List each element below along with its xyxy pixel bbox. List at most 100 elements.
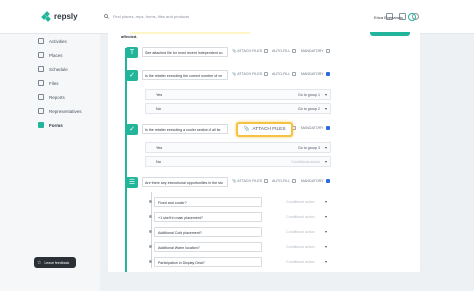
- callout-label: ATTACH FILES: [252, 127, 286, 132]
- paperclip-icon: 📎: [243, 127, 250, 132]
- question-text-input[interactable]: Is the retailer executing the correct nu…: [142, 70, 228, 80]
- save-button[interactable]: [370, 32, 410, 36]
- autofill-toggle[interactable]: AUTO-FILL: [272, 72, 297, 77]
- form-header-text: affected.: [121, 34, 138, 39]
- autofill-checkbox[interactable]: [292, 179, 297, 184]
- chevron-down-icon[interactable]: [325, 161, 327, 163]
- logo[interactable]: repsly: [41, 11, 78, 22]
- option-row: Fixed and cooler? Conditional action: [154, 197, 327, 208]
- answer-row: No Conditional action: [145, 156, 331, 167]
- chevron-down-icon[interactable]: [325, 201, 327, 203]
- sidebar-item-reports[interactable]: Reports: [38, 94, 65, 100]
- sidebar-item-label: Schedule: [49, 66, 68, 72]
- checkbox-question-icon[interactable]: ✓: [126, 70, 138, 81]
- option-action-select[interactable]: Conditional action: [286, 200, 315, 204]
- mandatory-checkbox[interactable]: [325, 126, 330, 131]
- attach-checkbox[interactable]: [264, 179, 269, 184]
- chevron-down-icon[interactable]: [325, 261, 327, 263]
- option-action-select[interactable]: Conditional action: [286, 260, 315, 264]
- sidebar-item-forms[interactable]: Forms: [38, 122, 63, 128]
- attach-checkbox[interactable]: [264, 72, 269, 77]
- chevron-down-icon[interactable]: [325, 231, 327, 233]
- sidebar-item-activities[interactable]: Activities: [38, 38, 67, 44]
- mandatory-toggle[interactable]: MANDATORY: [301, 72, 330, 77]
- answer-action-select[interactable]: Go to group 3: [298, 146, 320, 150]
- checkbox-question-icon[interactable]: ✓: [126, 124, 138, 135]
- mandatory-toggle[interactable]: MANDATORY: [301, 179, 330, 184]
- autofill-checkbox[interactable]: [292, 49, 297, 54]
- sidebar-item-representatives[interactable]: Representatives: [38, 108, 82, 114]
- option-action-select[interactable]: Conditional action: [286, 245, 315, 249]
- text-question-icon[interactable]: T: [126, 47, 138, 58]
- chevron-down-icon[interactable]: [325, 108, 327, 110]
- attach-files-toggle[interactable]: 📎 ATTACH FILES: [232, 49, 269, 54]
- form-icon: [38, 122, 44, 128]
- drag-handle[interactable]: [149, 200, 152, 203]
- answer-action-select[interactable]: Conditional action: [291, 160, 320, 164]
- answer-row: Yes Go to group 1: [145, 89, 331, 100]
- sidebar-item-places[interactable]: Places: [38, 52, 63, 58]
- mandatory-checkbox[interactable]: [325, 179, 330, 184]
- brand-name: repsly: [54, 12, 78, 21]
- autofill-label: AUTO-FILL: [272, 72, 291, 76]
- answer-row: No Go to group 2: [145, 103, 331, 114]
- app-window: repsly Find places, reps, forms, files a…: [0, 0, 474, 291]
- drag-handle[interactable]: [149, 245, 152, 248]
- option-action-select[interactable]: Conditional action: [286, 230, 315, 234]
- option-row: Participation in Display Deal? Condition…: [154, 257, 327, 268]
- sidebar: Activities Places Schedule Files Reports…: [0, 34, 100, 291]
- attach-label: ATTACH FILES: [237, 179, 263, 183]
- question-text-input[interactable]: Are there any executional opportunities …: [142, 177, 228, 187]
- option-text-input[interactable]: Additional Cold placement?: [154, 227, 262, 237]
- sidebar-item-schedule[interactable]: Schedule: [38, 66, 68, 72]
- option-row: +1 shelf in main placement? Conditional …: [154, 212, 327, 223]
- question-row: ✓ Is the retailer executing a cooler sec…: [125, 124, 330, 135]
- chevron-down-icon[interactable]: [325, 94, 327, 96]
- top-bar: repsly Find places, reps, forms, files a…: [0, 0, 474, 34]
- mandatory-checkbox[interactable]: [325, 72, 330, 77]
- attach-files-callout[interactable]: 📎 ATTACH FILES: [236, 122, 293, 137]
- user-menu[interactable]: Erica Evenanzio: [374, 15, 403, 20]
- drag-handle[interactable]: [149, 260, 152, 263]
- attach-files-toggle[interactable]: 📎 ATTACH FILES: [232, 72, 269, 77]
- chevron-down-icon[interactable]: [325, 216, 327, 218]
- global-search[interactable]: Find places, reps, forms, files and prod…: [104, 14, 189, 19]
- question-text-input[interactable]: Is the retailer executing a cooler secti…: [142, 124, 228, 134]
- list-question-icon[interactable]: ☰: [126, 177, 138, 188]
- chevron-down-icon[interactable]: [325, 246, 327, 248]
- option-text-input[interactable]: Fixed and cooler?: [154, 197, 262, 207]
- leave-feedback-button[interactable]: ☆ Leave feedback: [34, 257, 76, 268]
- answer-label: No: [156, 160, 161, 164]
- file-icon: [38, 80, 44, 86]
- answer-label: Yes: [156, 93, 163, 97]
- form-editor: affected. T See attached file for most r…: [108, 32, 420, 272]
- option-action-select[interactable]: Conditional action: [286, 215, 315, 219]
- attach-files-toggle[interactable]: 📎 ATTACH FILES: [232, 179, 269, 184]
- attach-checkbox[interactable]: [264, 49, 269, 54]
- answer-label: Yes: [156, 146, 163, 150]
- answer-row: Yes Go to group 3: [145, 142, 331, 153]
- mandatory-checkbox[interactable]: [325, 49, 330, 54]
- mandatory-toggle[interactable]: MANDATORY: [301, 126, 330, 131]
- drag-handle[interactable]: [149, 230, 152, 233]
- answer-action-select[interactable]: Go to group 2: [298, 107, 320, 111]
- mandatory-toggle[interactable]: MANDATORY: [301, 49, 330, 54]
- autofill-label: AUTO-FILL: [272, 179, 291, 183]
- attach-label: ATTACH FILES: [237, 72, 263, 76]
- chevron-down-icon[interactable]: [325, 147, 327, 149]
- sidebar-item-files[interactable]: Files: [38, 80, 59, 86]
- info-banner: [130, 32, 250, 34]
- repsly-logo-icon: [41, 11, 51, 22]
- avatar[interactable]: [408, 13, 416, 21]
- autofill-checkbox[interactable]: [292, 72, 297, 77]
- autofill-toggle[interactable]: AUTO-FILL: [272, 49, 297, 54]
- question-text-input[interactable]: See attached file for most recent Indepe…: [142, 47, 228, 57]
- option-text-input[interactable]: Additional Warm location?: [154, 242, 262, 252]
- people-icon: [38, 108, 44, 114]
- autofill-toggle[interactable]: AUTO-FILL: [272, 179, 297, 184]
- option-text-input[interactable]: Participation in Display Deal?: [154, 257, 262, 267]
- place-icon: [38, 52, 44, 58]
- option-text-input[interactable]: +1 shelf in main placement?: [154, 212, 262, 222]
- drag-handle[interactable]: [149, 215, 152, 218]
- answer-action-select[interactable]: Go to group 1: [298, 93, 320, 97]
